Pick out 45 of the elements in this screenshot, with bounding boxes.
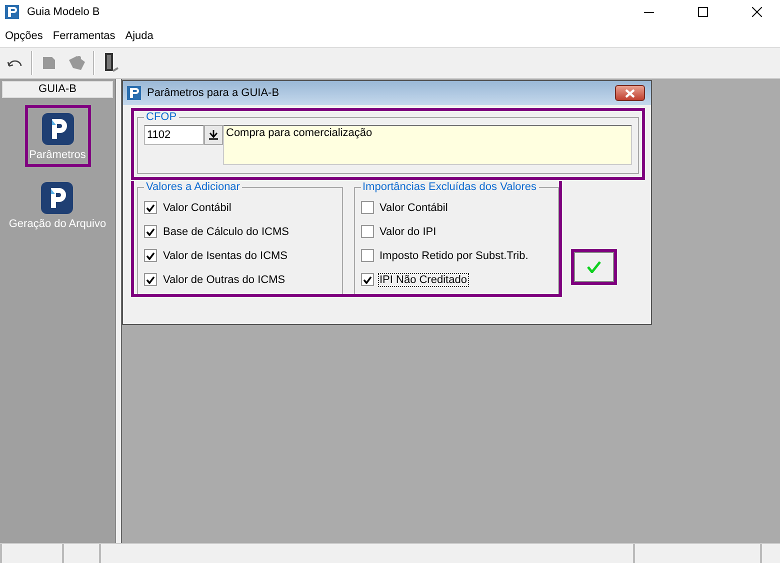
checkbox-label: Valor de Outras do ICMS bbox=[162, 274, 286, 286]
checkbox-label: Valor Contábil bbox=[162, 202, 232, 214]
cfop-description-field[interactable]: Compra para comercialização bbox=[223, 125, 632, 165]
checkbox[interactable] bbox=[360, 273, 374, 286]
checkbox[interactable] bbox=[144, 201, 157, 214]
sidebar-label: Parâmetros bbox=[29, 149, 86, 161]
group-title: Valores a Adicionar bbox=[145, 181, 241, 193]
checkbox-label: IPI Não Creditado bbox=[378, 274, 468, 286]
checkmark-icon bbox=[587, 261, 601, 273]
group-title: CFOP bbox=[145, 111, 178, 123]
window-title: Guia Modelo B bbox=[27, 6, 101, 18]
p-logo-icon bbox=[127, 86, 141, 100]
group-title: Importâncias Excluídas dos Valores bbox=[362, 181, 538, 193]
checkbox-label: Valor de Isentas do ICMS bbox=[162, 250, 289, 262]
close-button[interactable] bbox=[615, 85, 645, 101]
splitter[interactable] bbox=[115, 79, 122, 543]
menu-item[interactable]: Ferramentas bbox=[48, 30, 120, 42]
checkbox-label: Imposto Retido por Subst.Trib. bbox=[378, 250, 530, 262]
dialog-title: Parâmetros para a GUIA-B bbox=[147, 87, 280, 99]
checkbox[interactable] bbox=[360, 249, 374, 262]
close-icon[interactable] bbox=[752, 7, 762, 17]
close-icon bbox=[624, 88, 636, 98]
sidebar-label: Geração do Arquivo bbox=[8, 218, 106, 230]
puzzle-icon bbox=[67, 54, 87, 72]
cfop-code-field[interactable]: 1102 bbox=[144, 125, 204, 145]
door-icon bbox=[102, 52, 120, 74]
menu-item[interactable]: Ajuda bbox=[120, 30, 158, 42]
maximize-icon[interactable] bbox=[698, 7, 708, 17]
p-app-icon bbox=[42, 113, 74, 145]
box-icon bbox=[40, 54, 58, 72]
checkbox[interactable] bbox=[144, 273, 157, 286]
menu-item[interactable]: Opções bbox=[0, 30, 48, 42]
download-arrow-icon bbox=[209, 130, 218, 140]
checkbox-label: Valor Contábil bbox=[378, 202, 449, 214]
p-app-icon bbox=[41, 182, 74, 214]
checkbox[interactable] bbox=[144, 249, 157, 262]
sidebar-header: GUIA-B bbox=[2, 81, 113, 98]
lookup-button[interactable] bbox=[204, 125, 223, 145]
checkbox-label: Valor do IPI bbox=[378, 226, 438, 238]
checkbox[interactable] bbox=[360, 201, 374, 214]
ok-button[interactable] bbox=[574, 252, 614, 282]
checkbox[interactable] bbox=[144, 225, 157, 238]
checkbox-label: Base de Cálculo do ICMS bbox=[162, 226, 290, 238]
checkbox[interactable] bbox=[360, 225, 374, 238]
p-logo-icon bbox=[5, 5, 19, 19]
